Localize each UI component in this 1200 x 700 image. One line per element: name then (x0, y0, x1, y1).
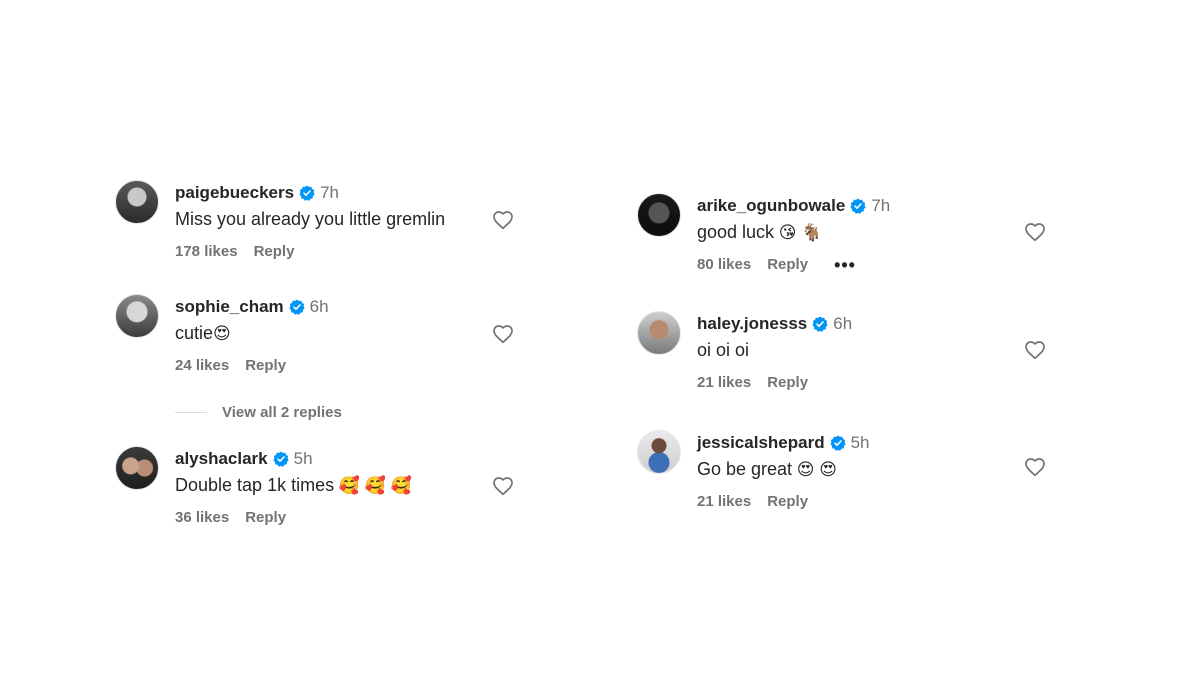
comment-emoji: 😍 (213, 324, 231, 343)
comment-body: paigebueckers 7h Miss you already you li… (175, 180, 515, 260)
username[interactable]: paigebueckers (175, 183, 294, 203)
reply-button[interactable]: Reply (254, 243, 295, 260)
more-options-icon[interactable]: ••• (834, 256, 856, 274)
comment-text: good luck 😘 🐐 (697, 222, 823, 242)
username[interactable]: sophie_cham (175, 297, 284, 317)
avatar[interactable] (115, 294, 159, 338)
reply-button[interactable]: Reply (767, 374, 808, 391)
heart-outline-icon[interactable] (1023, 338, 1047, 362)
comment-text: Go be great 😍 😍 (697, 459, 837, 479)
verified-badge-icon (812, 316, 828, 332)
heart-outline-icon[interactable] (491, 322, 515, 346)
comment-body: arike_ogunbowale 7h good luck 😘 🐐 80 lik… (697, 193, 1047, 274)
comment-body: alyshaclark 5h Double tap 1k times 🥰 🥰 🥰… (175, 446, 515, 526)
avatar[interactable] (637, 430, 681, 474)
comment-time: 5h (850, 433, 870, 452)
likes-count[interactable]: 21 likes (697, 493, 751, 510)
comment-body: jessicalshepard 5h Go be great 😍 😍 21 li… (697, 430, 1047, 510)
comment-time: 6h (309, 297, 329, 316)
verified-badge-icon (273, 451, 289, 467)
comment-meta: 21 likes Reply (697, 374, 1047, 391)
heart-outline-icon[interactable] (1023, 220, 1047, 244)
comment-body: sophie_cham 6h cutie😍 24 likes Reply (175, 294, 515, 374)
avatar[interactable] (115, 180, 159, 224)
heart-outline-icon[interactable] (491, 474, 515, 498)
verified-badge-icon (299, 185, 315, 201)
comment-header: haley.jonesss 6h (697, 311, 1047, 337)
likes-count[interactable]: 36 likes (175, 509, 229, 526)
reply-button[interactable]: Reply (245, 357, 286, 374)
comment-text: oi oi oi (697, 340, 750, 360)
verified-badge-icon (289, 299, 305, 315)
comment-time: 7h (871, 196, 891, 215)
reply-button[interactable]: Reply (767, 493, 808, 510)
comment-meta: 178 likes Reply (175, 243, 515, 260)
avatar[interactable] (637, 311, 681, 355)
divider-line (175, 412, 207, 413)
avatar[interactable] (637, 193, 681, 237)
comment-header: sophie_cham 6h (175, 294, 515, 320)
likes-count[interactable]: 80 likes (697, 256, 751, 273)
comment-header: alyshaclark 5h (175, 446, 515, 472)
likes-count[interactable]: 21 likes (697, 374, 751, 391)
verified-badge-icon (850, 198, 866, 214)
view-replies-button[interactable]: View all 2 replies (175, 404, 342, 421)
comment-time: 7h (320, 183, 339, 202)
avatar[interactable] (115, 446, 159, 490)
likes-count[interactable]: 24 likes (175, 357, 229, 374)
heart-outline-icon[interactable] (491, 208, 515, 232)
heart-outline-icon[interactable] (1023, 455, 1047, 479)
comment-emoji: 😘 🐐 (774, 223, 823, 242)
username[interactable]: haley.jonesss (697, 314, 807, 334)
comment-meta: 36 likes Reply (175, 509, 515, 526)
comment-time: 6h (833, 314, 853, 333)
username[interactable]: alyshaclark (175, 449, 268, 469)
comment-body: haley.jonesss 6h oi oi oi 21 likes Reply (697, 311, 1047, 391)
comment-emoji: 😍 😍 (792, 460, 837, 479)
likes-count[interactable]: 178 likes (175, 243, 238, 260)
comment-meta: 21 likes Reply (697, 493, 1047, 510)
comment-text: cutie😍 (175, 323, 231, 343)
comment-text: Miss you already you little gremlin (175, 209, 446, 229)
comment-meta: 80 likes Reply ••• (697, 256, 1047, 274)
comment-time: 5h (293, 449, 313, 468)
comment-header: arike_ogunbowale 7h (697, 193, 1047, 219)
comment-meta: 24 likes Reply (175, 357, 515, 374)
username[interactable]: jessicalshepard (697, 433, 825, 453)
comment-emoji: 🥰 🥰 🥰 (334, 476, 412, 495)
reply-button[interactable]: Reply (767, 256, 808, 273)
comment-header: jessicalshepard 5h (697, 430, 1047, 456)
verified-badge-icon (829, 435, 846, 451)
comment-header: paigebueckers 7h (175, 180, 515, 206)
comment-text: Double tap 1k times 🥰 🥰 🥰 (175, 475, 412, 495)
username[interactable]: arike_ogunbowale (697, 196, 845, 216)
reply-button[interactable]: Reply (245, 509, 286, 526)
view-replies-label: View all 2 replies (222, 404, 342, 421)
